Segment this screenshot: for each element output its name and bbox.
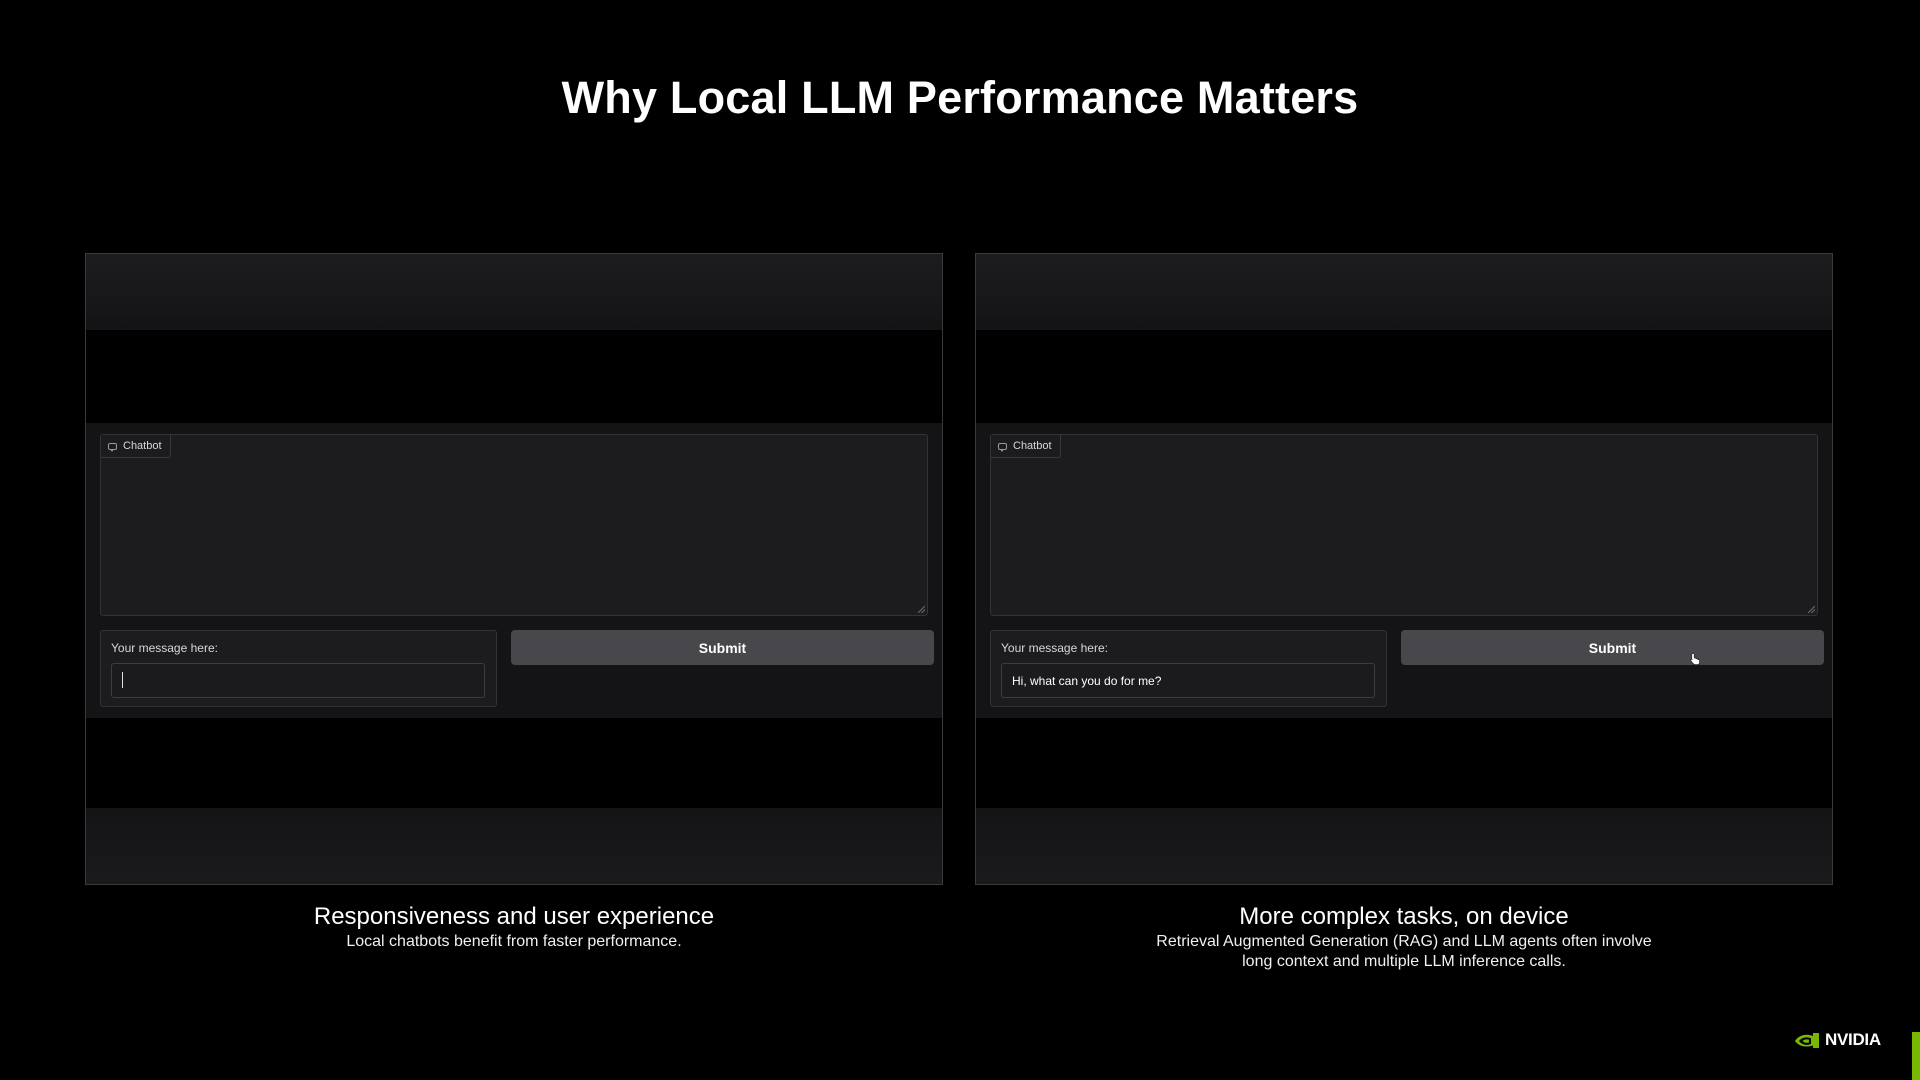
caption-left: Responsiveness and user experience Local…: [85, 902, 943, 952]
chatbot-label-tag: Chatbot: [101, 435, 171, 458]
chatbot-label-tag: Chatbot: [991, 435, 1061, 458]
chatbot-output[interactable]: Chatbot: [100, 434, 928, 616]
brand-name: NVIDIA: [1825, 1030, 1881, 1049]
slide: Why Local LLM Performance Matters Chatbo…: [0, 0, 1920, 1080]
nvidia-logo: NVIDIA: [1794, 1030, 1881, 1050]
caption-line: Retrieval Augmented Generation (RAG) and…: [1156, 933, 1652, 950]
brand-accent-bar: [1912, 1032, 1920, 1080]
message-label: Your message here:: [1001, 641, 1108, 655]
slide-title: Why Local LLM Performance Matters: [561, 72, 1359, 123]
caption-title: Responsiveness and user experience: [313, 903, 715, 930]
message-box: Your message here:: [100, 630, 497, 707]
resize-grip-icon[interactable]: [918, 606, 925, 613]
resize-grip-icon[interactable]: [1808, 606, 1815, 613]
panel-top-band: [976, 254, 1832, 330]
message-input-wrap: [111, 663, 485, 698]
panel-top-band: [86, 254, 942, 330]
nvidia-eye-icon: [1795, 1032, 1819, 1048]
hand-pointer-icon: [1690, 653, 1700, 665]
chat-bubble-icon: [108, 442, 117, 452]
message-input-wrap: [1001, 663, 1375, 698]
chatbot-output[interactable]: Chatbot: [990, 434, 1818, 616]
submit-button[interactable]: Submit: [511, 630, 934, 665]
caption-line: Local chatbots benefit from faster perfo…: [346, 933, 682, 950]
chatbot-label: Chatbot: [1013, 440, 1052, 452]
chat-demo-panel-left: Chatbot Your message here: Submit: [85, 253, 943, 885]
panel-bottom-band: [976, 808, 1832, 884]
message-input[interactable]: [1001, 663, 1375, 698]
chat-app-area: Chatbot Your message here: Submit: [976, 423, 1832, 718]
submit-button[interactable]: Submit: [1401, 630, 1824, 665]
caption-right: More complex tasks, on device Retrieval …: [975, 902, 1833, 972]
panel-bottom-band: [86, 808, 942, 884]
chat-demo-panel-right: Chatbot Your message here: Submit: [975, 253, 1833, 885]
message-box: Your message here:: [990, 630, 1387, 707]
chatbot-label: Chatbot: [123, 440, 162, 452]
message-label: Your message here:: [111, 641, 218, 655]
text-caret: [122, 672, 123, 688]
chat-app-area: Chatbot Your message here: Submit: [86, 423, 942, 718]
caption-line: long context and multiple LLM inference …: [1242, 953, 1566, 970]
message-input[interactable]: [111, 663, 485, 698]
caption-title: More complex tasks, on device: [1239, 903, 1569, 930]
chat-bubble-icon: [998, 442, 1007, 452]
